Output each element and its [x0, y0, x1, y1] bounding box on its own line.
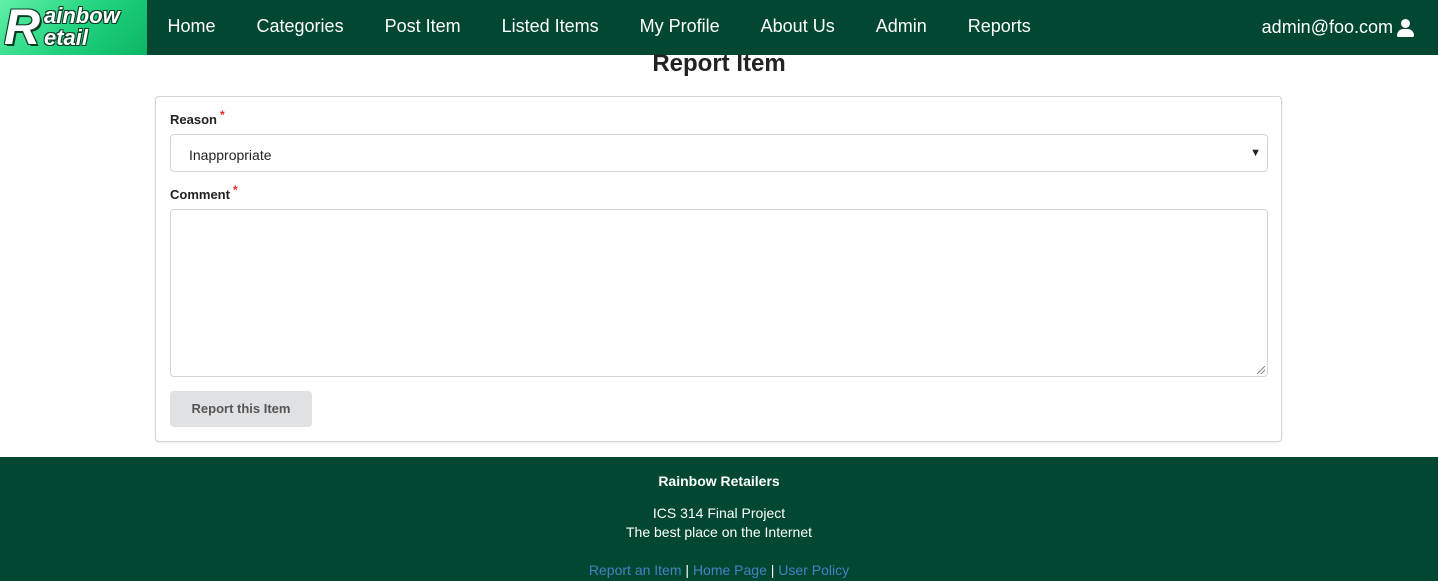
- nav-listed-items[interactable]: Listed Items: [481, 0, 619, 55]
- required-marker: *: [232, 183, 238, 197]
- footer-link-report[interactable]: Report an Item: [589, 562, 682, 578]
- user-email: admin@foo.com: [1261, 17, 1393, 37]
- report-form: Reason * Inappropriate ▼ Comment * Report …: [155, 96, 1282, 442]
- reason-select[interactable]: Inappropriate ▼: [170, 134, 1268, 172]
- resize-handle-icon[interactable]: [1257, 366, 1265, 374]
- nav-home[interactable]: Home: [147, 0, 236, 55]
- reason-label: Reason *: [170, 108, 225, 127]
- footer-link-home[interactable]: Home Page: [693, 562, 767, 578]
- nav-my-profile[interactable]: My Profile: [619, 0, 740, 55]
- report-item-button[interactable]: Report this Item: [170, 391, 312, 427]
- page-title: Report Item: [652, 50, 786, 77]
- footer-separator: |: [770, 562, 775, 578]
- footer-link-policy[interactable]: User Policy: [778, 562, 849, 578]
- nav-about-us[interactable]: About Us: [740, 0, 855, 55]
- nav-admin[interactable]: Admin: [855, 0, 947, 55]
- nav-categories[interactable]: Categories: [236, 0, 364, 55]
- rainbow-retail-logo[interactable]: R ainbow etail: [0, 0, 147, 55]
- top-navbar: R ainbow etail Home Categories Post Item…: [0, 0, 1438, 55]
- nav-reports[interactable]: Reports: [947, 0, 1051, 55]
- logo-letter: R: [4, 0, 41, 55]
- footer-line-2: The best place on the Internet: [625, 524, 812, 540]
- footer-links: Report an Item | Home Page | User Policy: [0, 562, 1438, 578]
- comment-textarea[interactable]: [170, 209, 1268, 377]
- required-marker: *: [219, 108, 225, 122]
- logo-bottom-text: etail: [44, 25, 89, 50]
- comment-label: Comment *: [170, 183, 238, 202]
- nav-links: Home Categories Post Item Listed Items M…: [147, 0, 1051, 55]
- footer: Rainbow Retailers ICS 314 Final Project …: [0, 457, 1438, 581]
- logo-top-text: ainbow: [44, 3, 120, 28]
- dropdown-caret-icon: ▼: [1250, 147, 1261, 159]
- user-icon: [1396, 18, 1414, 37]
- footer-separator: |: [685, 562, 690, 578]
- comment-label-text: Comment: [170, 187, 230, 202]
- reason-label-text: Reason: [170, 112, 217, 127]
- footer-title: Rainbow Retailers: [658, 473, 780, 489]
- nav-post-item[interactable]: Post Item: [364, 0, 481, 55]
- user-menu[interactable]: admin@foo.com: [1262, 0, 1414, 55]
- footer-line-1: ICS 314 Final Project: [652, 505, 786, 521]
- reason-selected-value: Inappropriate: [189, 147, 272, 163]
